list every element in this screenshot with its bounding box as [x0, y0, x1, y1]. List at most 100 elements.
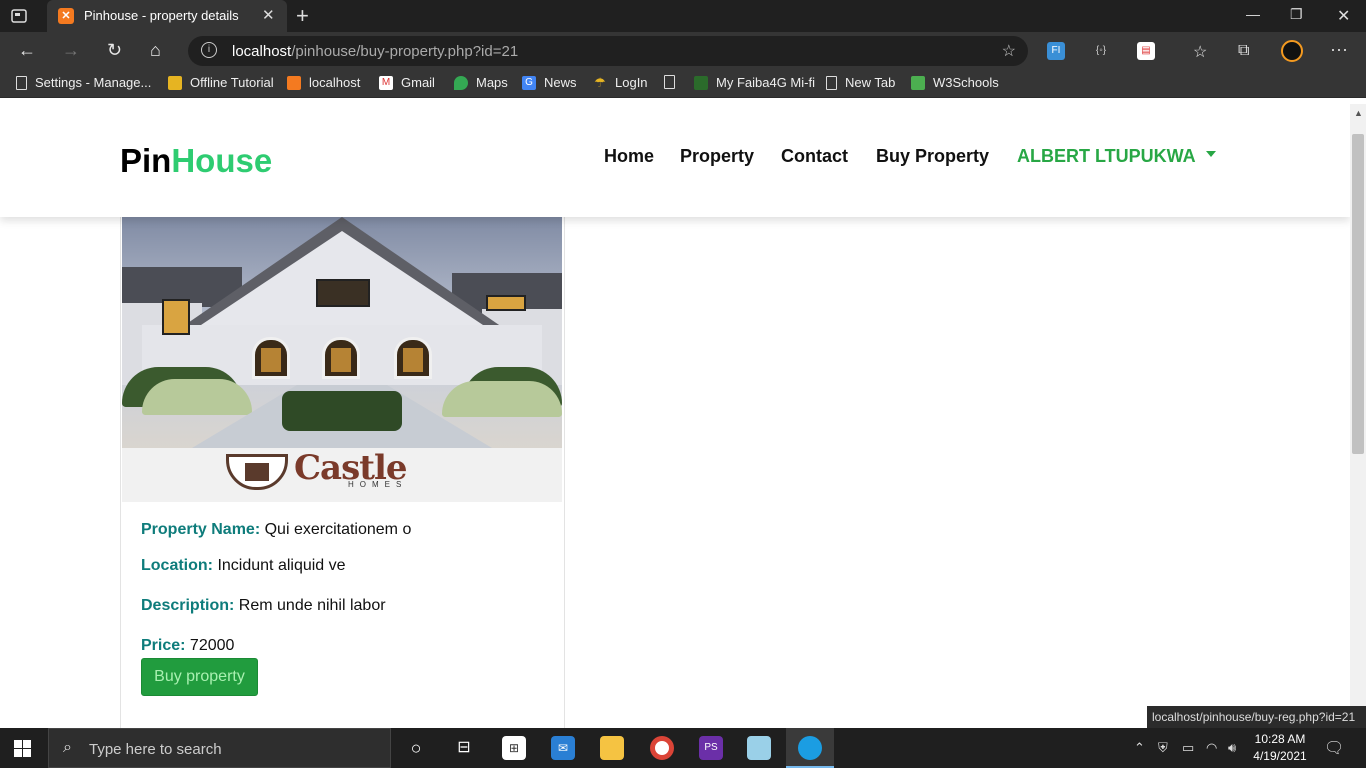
cortana-icon[interactable]: ○: [404, 736, 428, 760]
more-options-icon[interactable]: ···: [1330, 39, 1348, 60]
bookmark-label: News: [544, 75, 577, 90]
restore-icon[interactable]: ❐: [1290, 6, 1303, 23]
clock-date: 4/19/2021: [1253, 749, 1307, 763]
add-favorite-icon[interactable]: ☆: [1002, 41, 1016, 61]
phpstorm-icon[interactable]: PS: [699, 736, 723, 760]
tutorial-icon: [168, 75, 182, 90]
close-window-icon[interactable]: ✕: [1337, 6, 1350, 26]
extension-notes-icon[interactable]: ▤: [1137, 42, 1155, 60]
faiba-icon: [694, 75, 708, 90]
buy-property-button[interactable]: Buy property: [141, 658, 258, 696]
description-row: Description: Rem unde nihil labor: [141, 597, 386, 615]
active-tab[interactable]: ✕ Pinhouse - property details ✕: [47, 0, 287, 32]
photo-window: [162, 299, 190, 335]
description-value: Rem unde nihil labor: [238, 597, 386, 614]
address-bar[interactable]: i localhost/pinhouse/buy-property.php?id…: [188, 36, 1028, 66]
taskbar-search[interactable]: ⌕ Type here to search: [48, 728, 391, 768]
bookmark-offline-tutorial[interactable]: Offline Tutorial: [168, 75, 274, 90]
photo-door: [394, 337, 432, 379]
favorites-icon[interactable]: ☆: [1193, 42, 1207, 62]
battery-icon[interactable]: ▭: [1182, 740, 1194, 756]
bookmark-news[interactable]: G News: [522, 75, 577, 90]
mail-icon[interactable]: ✉: [551, 736, 575, 760]
user-name: ALBERT LTUPUKWA: [1017, 146, 1196, 166]
site-info-icon[interactable]: i: [201, 42, 217, 58]
property-image: Castle HOMES: [122, 215, 562, 502]
maps-pin-icon: [454, 75, 468, 90]
show-hidden-icons-icon[interactable]: ⌃: [1134, 740, 1145, 756]
castle-shield-icon: [226, 454, 288, 490]
clock-time: 10:28 AM: [1254, 732, 1306, 746]
bookmark-login[interactable]: ☂ LogIn: [593, 74, 648, 90]
gmail-icon: M: [379, 75, 393, 90]
file-explorer-icon[interactable]: [600, 736, 624, 760]
url-text[interactable]: localhost/pinhouse/buy-property.php?id=2…: [232, 43, 518, 60]
login-icon: ☂: [594, 74, 606, 90]
notepad-icon[interactable]: [747, 736, 771, 760]
refresh-icon[interactable]: ↻: [107, 40, 122, 61]
bookmark-gmail[interactable]: M Gmail: [379, 75, 435, 90]
collections-icon[interactable]: ⧉: [1238, 42, 1249, 60]
page-viewport: PinHouse Home Property Contact Buy Prope…: [0, 104, 1350, 728]
new-tab-icon[interactable]: +: [296, 3, 309, 29]
store-icon[interactable]: ⊞: [502, 736, 526, 760]
home-icon[interactable]: ⌂: [150, 40, 161, 61]
bookmark-blank[interactable]: [664, 75, 683, 89]
site-header: PinHouse Home Property Contact Buy Prope…: [0, 104, 1350, 217]
system-clock[interactable]: 10:28 AM 4/19/2021: [1250, 731, 1310, 765]
bookmark-new-tab[interactable]: New Tab: [826, 75, 895, 90]
forward-icon[interactable]: →: [62, 40, 80, 61]
description-label: Description:: [141, 597, 235, 614]
wifi-icon[interactable]: ◠: [1206, 740, 1217, 756]
bookmark-faiba[interactable]: My Faiba4G Mi-fi: [694, 75, 815, 90]
bookmark-label: Offline Tutorial: [190, 75, 274, 90]
minimize-icon[interactable]: —: [1246, 6, 1260, 22]
page-scrollbar[interactable]: ▲: [1350, 104, 1366, 728]
chrome-icon[interactable]: [650, 736, 674, 760]
bookmark-w3schools[interactable]: W3Schools: [911, 75, 999, 90]
notifications-icon[interactable]: 🗨︎: [1324, 738, 1344, 758]
search-placeholder: Type here to search: [89, 741, 222, 758]
location-value: Incidunt aliquid ve: [217, 557, 346, 574]
property-name-value: Qui exercitationem o: [264, 521, 412, 538]
logo-part-1: Pin: [120, 142, 172, 179]
caret-down-icon: [1205, 151, 1216, 158]
document-icon: [826, 75, 837, 90]
site-logo[interactable]: PinHouse: [120, 142, 272, 180]
document-icon: [16, 75, 27, 90]
tab-actions-icon[interactable]: [10, 7, 28, 25]
volume-icon[interactable]: 🔊︎: [1228, 740, 1236, 756]
windows-start-icon[interactable]: [14, 740, 31, 757]
nav-home[interactable]: Home: [604, 146, 654, 167]
property-name-row: Property Name: Qui exercitationem o: [141, 521, 411, 539]
bookmarks-bar: Settings - Manage... Offline Tutorial lo…: [0, 70, 1366, 98]
edge-taskbar-active[interactable]: [786, 728, 834, 768]
bookmark-settings[interactable]: Settings - Manage...: [16, 75, 151, 90]
back-icon[interactable]: ←: [18, 40, 36, 61]
bookmark-label: W3Schools: [933, 75, 999, 90]
nav-contact[interactable]: Contact: [781, 146, 848, 167]
bookmark-label: LogIn: [615, 75, 648, 90]
tab-close-icon[interactable]: ✕: [262, 6, 275, 24]
location-label: Location:: [141, 557, 213, 574]
task-view-icon[interactable]: ⊟: [452, 736, 476, 760]
price-value: 72000: [189, 637, 235, 654]
bookmark-maps[interactable]: Maps: [454, 75, 508, 90]
user-dropdown[interactable]: ALBERT LTUPUKWA: [1017, 146, 1216, 167]
scroll-thumb[interactable]: [1352, 134, 1364, 454]
extension-fi-icon[interactable]: FI: [1047, 42, 1065, 60]
scroll-up-icon[interactable]: ▲: [1354, 108, 1363, 118]
nav-property[interactable]: Property: [680, 146, 754, 167]
browser-tabbar: ✕ Pinhouse - property details ✕ + — ❐ ✕: [0, 0, 1366, 32]
profile-avatar[interactable]: [1281, 40, 1303, 62]
logo-part-2: House: [171, 142, 273, 179]
photo-door: [322, 337, 360, 379]
security-shield-icon[interactable]: ⛨: [1158, 740, 1168, 756]
bookmark-label: My Faiba4G Mi-fi: [716, 75, 815, 90]
bookmark-localhost[interactable]: localhost: [287, 75, 360, 90]
extension-settings-icon[interactable]: {◦}: [1092, 42, 1110, 60]
url-path: /pinhouse/buy-property.php?id=21: [291, 43, 519, 60]
photo-brand-band: Castle HOMES: [122, 448, 562, 502]
bookmark-label: Settings - Manage...: [35, 75, 152, 90]
nav-buy-property[interactable]: Buy Property: [876, 146, 989, 167]
